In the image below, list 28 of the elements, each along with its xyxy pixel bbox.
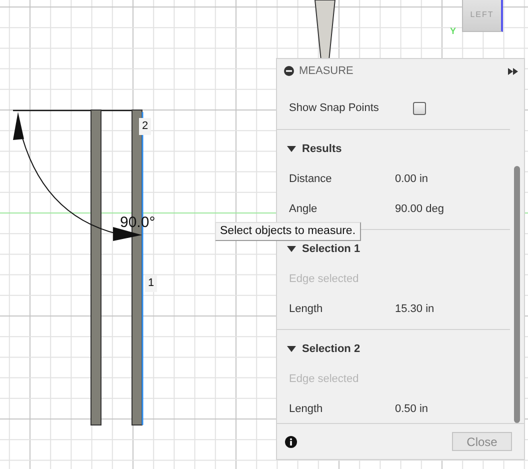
result-value: 15.30 in (395, 303, 434, 315)
collapse-triangle-icon[interactable] (287, 244, 296, 254)
edge-number-label: 1 (145, 275, 158, 292)
result-value: 0.50 in (395, 403, 428, 415)
panel-title: MEASURE (299, 65, 354, 77)
section-title: Results (302, 143, 342, 155)
status-text: Edge selected (289, 273, 360, 285)
result-label: Length (289, 303, 324, 315)
collapse-triangle-icon[interactable] (287, 144, 296, 154)
edge-number-label: 2 (139, 118, 152, 135)
tooltip: Select objects to measure. (215, 222, 361, 241)
expand-arrows-icon[interactable] (508, 68, 518, 74)
status-text: Edge selected (289, 373, 360, 385)
section-title: Selection 2 (302, 343, 360, 355)
section-title: Selection 1 (302, 243, 360, 255)
result-value: 0.00 in (395, 173, 428, 185)
result-label: Length (289, 403, 324, 415)
axis-label: Y (450, 26, 456, 36)
collapse-triangle-icon[interactable] (287, 344, 296, 354)
option-label: Show Snap Points (289, 102, 380, 114)
info-icon[interactable] (285, 436, 297, 448)
result-value: 90.00 deg (395, 203, 444, 215)
view-cube[interactable]: LEFT (462, 0, 503, 32)
collapse-icon[interactable] (284, 66, 294, 76)
result-label: Angle (289, 203, 318, 215)
result-label: Distance (289, 173, 333, 185)
checkbox[interactable] (413, 102, 426, 114)
close-button[interactable]: Close (452, 432, 512, 451)
